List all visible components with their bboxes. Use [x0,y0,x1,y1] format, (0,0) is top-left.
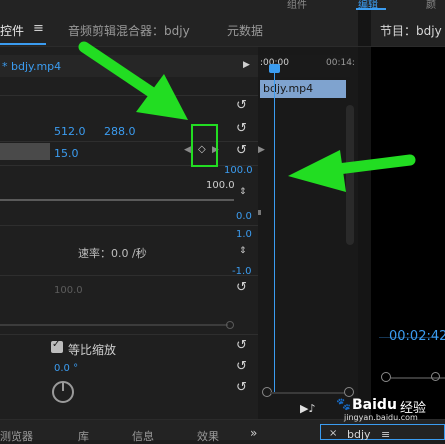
watermark-brand: Baidu [352,397,397,413]
arrow-to-graph-icon [288,150,416,192]
watermark-url: jingyan.baidu.com [344,413,418,422]
arrow-to-keyframe-icon [78,41,188,120]
annotation-overlay [78,41,416,192]
paw-logo-icon: 🐾 [336,397,351,411]
watermark: 🐾 Baidu 经验 jingyan.baidu.com [330,393,440,422]
